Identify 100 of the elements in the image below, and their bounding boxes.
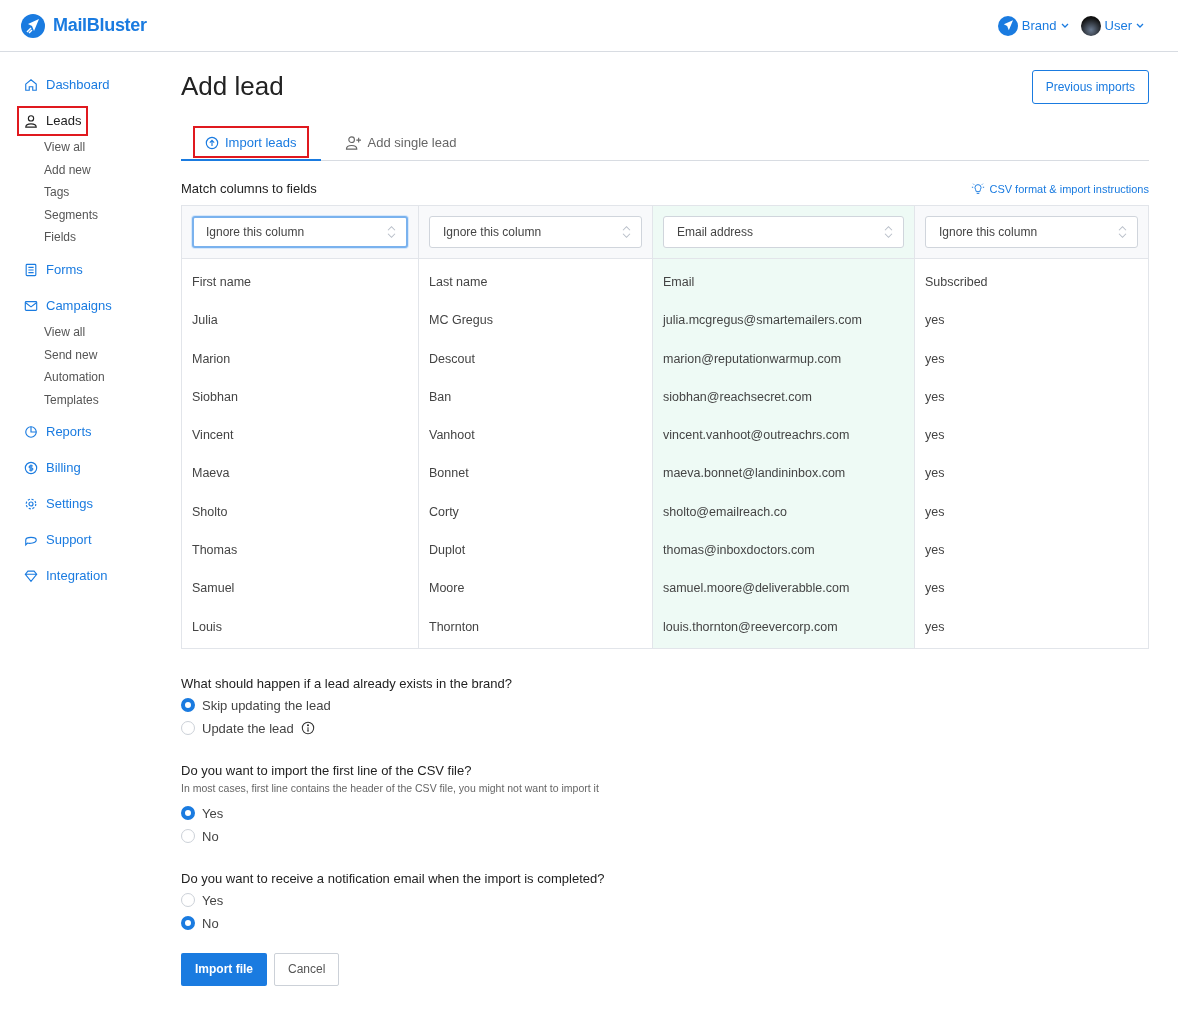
sidebar-item[interactable]: Billing (17, 453, 88, 484)
sidebar-subitem[interactable]: Automation (22, 366, 181, 389)
sidebar-subitem[interactable]: Add new (22, 158, 181, 182)
table-cell-text: Louis (191, 618, 223, 636)
table-cell-text: Thomas (191, 542, 239, 560)
table-cell-text: Siobhan (191, 388, 239, 406)
table-cell-text: Moore (428, 580, 466, 598)
option-label[interactable]: No (202, 828, 219, 844)
table-cell-text: thomas@inboxdoctors.com (662, 542, 816, 560)
table-cell-text: yes (924, 618, 946, 636)
table-cell-text: Thornton (428, 618, 481, 636)
table-cell-text: yes (924, 580, 946, 598)
sidebar-item[interactable]: Dashboard (17, 70, 117, 100)
sidebar-item[interactable]: Support (17, 525, 99, 556)
option-label[interactable]: Skip updating the lead (202, 697, 331, 713)
table-cell-text: Last name (428, 274, 489, 291)
option-label[interactable]: Yes (202, 805, 224, 821)
avatar-icon (1080, 15, 1101, 36)
table-cell-text: siobhan@reachsecret.com (662, 388, 813, 406)
question-text: Do you want to receive a notification email when the import is completed? (181, 870, 606, 886)
gear-icon (24, 497, 38, 512)
section-heading: Match columns to fields (181, 181, 317, 196)
field-select[interactable]: Email address (663, 216, 904, 248)
dollar-icon (24, 461, 38, 476)
upload-icon (205, 135, 219, 150)
option-label[interactable]: Update the lead (202, 720, 294, 736)
sidebar-item[interactable]: Integration (17, 561, 115, 592)
radio-button[interactable] (181, 698, 195, 713)
pie-icon (24, 425, 38, 440)
table-cell-text: Email (662, 274, 696, 291)
sidebar-subitem[interactable]: Templates (22, 388, 181, 412)
page-title: Add lead (181, 70, 284, 102)
table-cell-text: Descout (428, 350, 476, 368)
sidebar-subitem[interactable]: Fields (22, 226, 181, 249)
table-cell-text: marion@reputationwarmup.com (662, 350, 843, 368)
sidebar-subitem[interactable]: Send new (22, 343, 181, 367)
form-icon (24, 262, 38, 277)
mail-icon (24, 298, 38, 313)
sidebar-item[interactable]: Reports (17, 417, 99, 448)
import-file-button[interactable]: Import file (181, 952, 267, 986)
field-select[interactable]: Ignore this column (429, 216, 642, 248)
table-cell-text: yes (924, 503, 946, 521)
table-cell-text: Marion (191, 350, 232, 368)
sidebar-item[interactable]: Leads (17, 106, 89, 136)
info-icon[interactable] (300, 721, 315, 736)
chevron-down-icon (1060, 23, 1069, 28)
table-cell-text: Sholto (191, 503, 229, 521)
table-cell-text: Maeva (191, 465, 231, 483)
table-cell-text: sholto@emailreach.co (662, 503, 788, 521)
question-hint: In most cases, first line contains the header of the CSV file, you might not want to import it (181, 781, 600, 794)
question-text: Do you want to import the first line of the CSV file? (181, 762, 473, 778)
instructions-link[interactable]: CSV format & import instructions (971, 181, 1149, 196)
chevron-down-icon (1136, 23, 1144, 28)
previous-imports-button[interactable]: Previous imports (1031, 70, 1149, 104)
sidebar-subitem[interactable]: Tags (22, 181, 181, 204)
sort-arrows-icon (387, 225, 396, 239)
field-select[interactable]: Ignore this column (925, 216, 1138, 248)
option-label[interactable]: No (202, 915, 219, 931)
sort-arrows-icon (1118, 225, 1127, 239)
tab[interactable]: Add single lead (320, 126, 481, 161)
home-icon (24, 78, 38, 92)
logo-text: MailBluster (53, 15, 147, 36)
logo-icon (21, 13, 45, 38)
table-cell-text: julia.mcgregus@smartemailers.com (661, 312, 863, 330)
field-select[interactable]: Ignore this column (192, 216, 408, 248)
sidebar-item[interactable]: Settings (17, 489, 100, 520)
sort-arrows-icon (884, 225, 893, 239)
radio-button[interactable] (181, 806, 195, 821)
sidebar-item[interactable]: Forms (17, 254, 90, 285)
table-cell-text: maeva.bonnet@landininbox.com (662, 465, 847, 483)
table-cell-text: MC Gregus (428, 312, 494, 330)
cancel-button[interactable]: Cancel (274, 952, 340, 986)
table-cell-text: Corty (428, 503, 460, 521)
radio-button[interactable] (181, 916, 195, 931)
sidebar-subitem[interactable]: View all (22, 136, 181, 159)
person-icon (24, 114, 38, 128)
sidebar-subitem[interactable]: Segments (22, 203, 181, 227)
table-cell-text: Subscribed (924, 274, 989, 291)
table-cell-text: samuel.moore@deliverabble.com (662, 580, 851, 598)
brand-logo-icon (997, 15, 1018, 36)
table-cell-text: yes (924, 427, 946, 445)
user-menu[interactable]: User (1080, 15, 1144, 36)
table-cell-text: Ban (428, 388, 453, 406)
table-cell-text: First name (191, 274, 253, 291)
table-cell-text: yes (924, 388, 946, 406)
table-cell-text: Samuel (191, 580, 236, 598)
question-text: What should happen if a lead already exists in the brand? (181, 675, 513, 691)
table-cell-text: Vincent (191, 427, 235, 445)
sidebar-subitem[interactable]: View all (22, 320, 181, 344)
table-cell-text: yes (924, 465, 946, 483)
table-cell-text: Julia (191, 312, 219, 330)
diamond-icon (24, 569, 38, 584)
option-label[interactable]: Yes (202, 892, 224, 908)
table-cell-text: Bonnet (428, 465, 470, 483)
table-cell-text: louis.thornton@reevercorp.com (662, 618, 839, 636)
sidebar-item[interactable]: Campaigns (17, 290, 119, 321)
table-cell-text: Duplot (428, 542, 467, 560)
sort-arrows-icon (622, 225, 631, 239)
table-cell-text: Vanhoot (428, 427, 476, 445)
brand-menu[interactable]: Brand (997, 15, 1069, 36)
